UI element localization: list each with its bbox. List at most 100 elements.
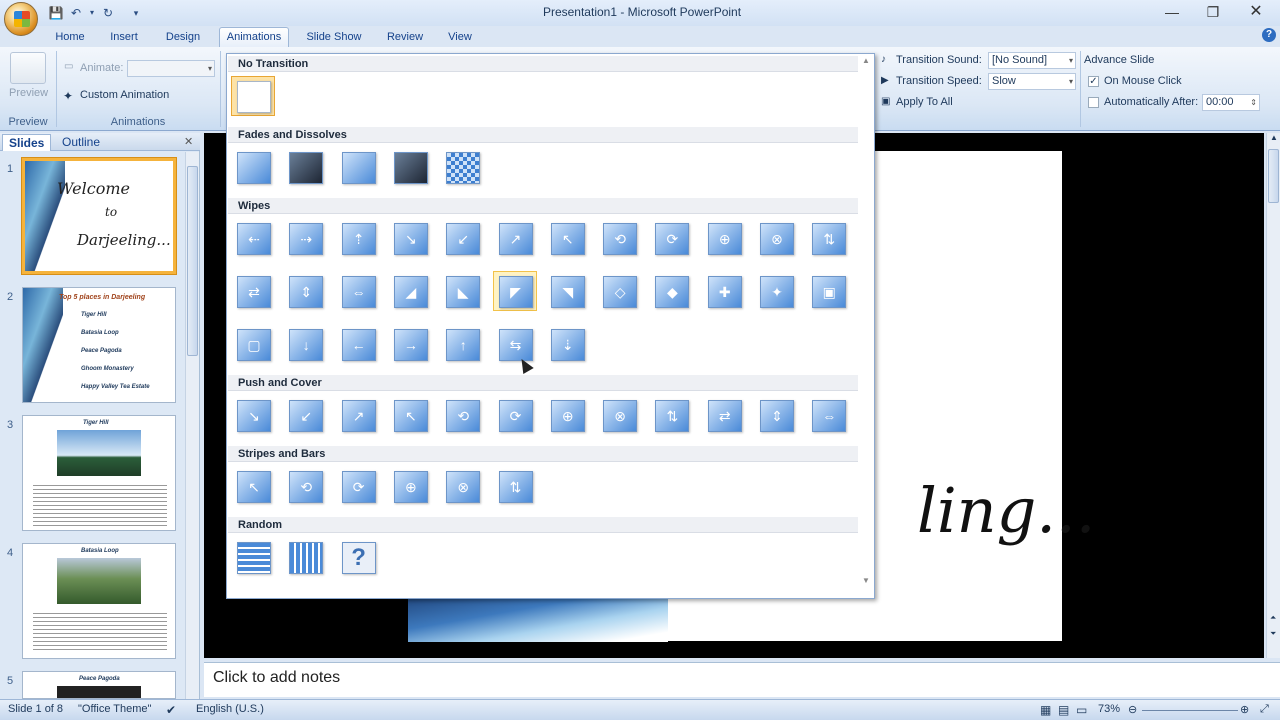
transition-option[interactable]: ▣ [806,271,850,311]
transition-option[interactable]: ⇢ [283,218,327,258]
transition-option[interactable]: ⊕ [545,395,589,435]
transition-option[interactable]: ◣ [440,271,484,311]
transition-option[interactable]: ↖ [545,218,589,258]
transition-option[interactable]: ↘ [388,218,432,258]
canvas-scrollbar[interactable]: ▲ ⏶ ⏷ [1266,133,1280,658]
transition-option[interactable]: ⇣ [545,324,589,364]
pane-close-icon[interactable]: ✕ [184,135,193,148]
slide-thumbnail-1[interactable]: Welcome to Darjeeling... [21,157,177,275]
preview-button[interactable]: Preview [9,87,48,99]
transition-option[interactable] [440,147,484,187]
spellcheck-icon[interactable]: ✔ [166,703,176,717]
tab-view[interactable]: View [442,28,478,47]
transition-option[interactable]: ⇄ [231,271,275,311]
transition-option[interactable] [283,537,327,577]
animate-combo[interactable]: ▾ [127,60,215,77]
gallery-scrollbar[interactable]: ▲ ▼ [860,56,872,596]
notes-pane[interactable]: Click to add notes [204,662,1280,697]
transition-option[interactable]: ⟲ [597,218,641,258]
transition-option[interactable]: ⟳ [649,218,693,258]
slide-thumbnail-2[interactable]: Top 5 places in Darjeeling Tiger Hill Ba… [22,287,176,403]
transition-option[interactable]: ↖ [388,395,432,435]
close-icon[interactable]: ✕ [1241,3,1271,21]
transition-option[interactable]: ◥ [545,271,589,311]
preview-icon[interactable] [10,52,46,84]
transition-sound-combo[interactable]: [No Sound] ▾ [988,52,1076,69]
tab-home[interactable]: Home [48,28,92,47]
transition-option[interactable]: ⇕ [283,271,327,311]
transition-option[interactable]: ⟳ [336,466,380,506]
slide-title-text[interactable]: ling... [917,474,1095,547]
transition-option[interactable]: ⊗ [597,395,641,435]
slide-thumbnail-3[interactable]: Tiger Hill [22,415,176,531]
transition-option[interactable]: ⇔ [336,271,380,311]
transition-option[interactable]: ⇅ [806,218,850,258]
transition-option[interactable]: ⇔ [806,395,850,435]
transition-option[interactable]: ↘ [231,395,275,435]
transition-option[interactable]: ◇ [597,271,641,311]
zoom-level[interactable]: 73% [1098,703,1120,715]
transition-option[interactable]: ↗ [336,395,380,435]
transition-option[interactable]: ↗ [493,218,537,258]
transition-option[interactable]: ▢ [231,324,275,364]
slide-sorter-icon[interactable]: ▤ [1058,703,1069,717]
transition-option[interactable]: ⊗ [440,466,484,506]
transition-option[interactable]: ◢ [388,271,432,311]
transition-option[interactable]: ◆ [649,271,693,311]
tab-review[interactable]: Review [382,28,428,47]
on-mouse-click-checkbox[interactable]: ✓ [1088,76,1099,87]
transition-option[interactable] [231,537,275,577]
tab-slide-show[interactable]: Slide Show [300,28,368,47]
transition-option[interactable]: ⇠ [231,218,275,258]
transition-option[interactable]: ? [336,537,380,577]
transition-speed-combo[interactable]: Slow ▾ [988,73,1076,90]
transition-option[interactable]: ✦ [754,271,798,311]
scroll-down-icon[interactable]: ▼ [862,576,870,585]
transition-option[interactable]: ✚ [702,271,746,311]
transition-option[interactable] [231,147,275,187]
help-icon[interactable]: ? [1262,28,1276,42]
transition-option[interactable]: ⟳ [493,395,537,435]
custom-animation-button[interactable]: Custom Animation [80,89,169,101]
transition-option[interactable]: ⇆ [493,324,537,364]
zoom-out-icon[interactable]: ⊖ [1128,703,1137,716]
auto-after-spinner[interactable]: 00:00 ⇕ [1202,94,1260,111]
scroll-thumb[interactable] [1268,149,1279,203]
auto-after-checkbox[interactable] [1088,97,1099,108]
fit-window-icon[interactable]: ⤢ [1260,703,1269,716]
tab-slides[interactable]: Slides [2,134,52,151]
scroll-up-icon[interactable]: ▲ [1270,133,1278,142]
transition-option[interactable] [283,147,327,187]
slides-pane-scrollbar[interactable] [185,152,199,699]
tab-outline[interactable]: Outline [56,134,106,151]
transition-option[interactable] [388,147,432,187]
transition-option[interactable]: → [388,324,432,364]
slide-thumbnail-4[interactable]: Batasia Loop [22,543,176,659]
transition-option[interactable]: ↖ [231,466,275,506]
transition-option[interactable]: ↓ [283,324,327,364]
transition-option[interactable]: ⊕ [388,466,432,506]
slide-thumbnail-5[interactable]: Peace Pagoda [22,671,176,699]
restore-icon[interactable]: ❐ [1198,3,1228,21]
office-button[interactable] [4,2,38,36]
transition-option[interactable]: ⟲ [283,466,327,506]
transition-option[interactable]: ⇡ [336,218,380,258]
transition-option[interactable]: ↙ [440,218,484,258]
transition-option[interactable]: ⇄ [702,395,746,435]
minimize-icon[interactable]: — [1157,3,1187,21]
transition-option[interactable]: ⇅ [493,466,537,506]
transition-option[interactable]: ↙ [283,395,327,435]
tab-design[interactable]: Design [158,28,208,47]
transition-option[interactable] [336,147,380,187]
language[interactable]: English (U.S.) [196,703,264,715]
normal-view-icon[interactable]: ▦ [1040,703,1051,717]
tab-insert[interactable]: Insert [102,28,146,47]
slide-show-icon[interactable]: ▭ [1076,703,1087,717]
scroll-thumb[interactable] [187,166,198,356]
transition-option[interactable]: ⇕ [754,395,798,435]
transition-option[interactable]: ◤ [492,271,537,311]
transition-option[interactable]: ← [336,324,380,364]
transition-option[interactable]: ⇅ [649,395,693,435]
zoom-slider[interactable] [1142,710,1238,711]
transition-option[interactable]: ⊕ [702,218,746,258]
